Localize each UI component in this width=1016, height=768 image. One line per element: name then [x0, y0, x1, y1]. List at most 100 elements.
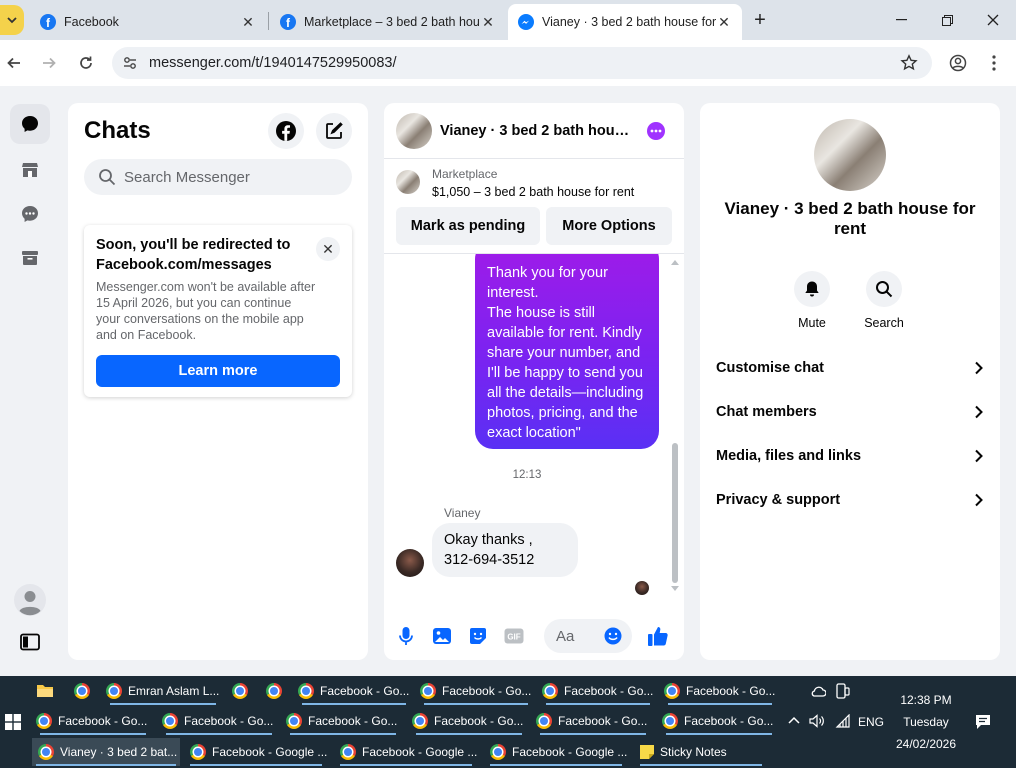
message-input[interactable]: Aa	[544, 619, 632, 653]
taskbar-window[interactable]: Facebook - Go...	[412, 707, 526, 735]
wifi-icon[interactable]	[835, 714, 851, 728]
chevron-up-icon[interactable]	[788, 716, 800, 724]
learn-more-button[interactable]: Learn more	[96, 355, 340, 387]
close-icon[interactable]: ✕	[480, 14, 496, 30]
taskbar-window-active[interactable]: Vianey · 3 bed 2 bat...	[32, 738, 180, 766]
rail-message-requests[interactable]	[10, 194, 50, 234]
profile-button[interactable]	[946, 52, 970, 74]
chat-members-row[interactable]: Chat members	[716, 390, 984, 434]
facebook-icon: f	[40, 14, 56, 30]
onedrive-icon[interactable]	[810, 684, 826, 698]
url-text: messenger.com/t/1940147529950083/	[149, 55, 397, 71]
reload-button[interactable]	[74, 52, 98, 74]
conversation-title[interactable]: Vianey · 3 bed 2 bath hou…	[440, 123, 629, 139]
scroll-up-icon[interactable]	[671, 259, 679, 265]
rail-archived[interactable]	[10, 238, 50, 278]
privacy-support-row[interactable]: Privacy & support	[716, 478, 984, 522]
sender-name: Vianey	[444, 506, 481, 520]
forward-button[interactable]	[37, 52, 61, 74]
windows-icon	[5, 714, 21, 730]
site-settings-icon[interactable]	[122, 55, 138, 71]
row-label: Customise chat	[716, 360, 824, 376]
language-indicator[interactable]: ENG	[856, 715, 886, 729]
sender-avatar[interactable]	[396, 549, 424, 577]
outgoing-message: Thank you for your interest. The house i…	[475, 254, 659, 449]
taskbar-chrome[interactable]	[74, 677, 90, 705]
search-messenger-input[interactable]: Search Messenger	[84, 159, 352, 195]
sticker-button[interactable]	[464, 613, 492, 659]
mute-action[interactable]: Mute	[782, 271, 842, 330]
listing-thumbnail[interactable]	[396, 170, 420, 194]
star-icon[interactable]	[900, 54, 918, 72]
attach-photo-button[interactable]	[428, 613, 456, 659]
minimize-button[interactable]	[878, 0, 924, 40]
taskbar-window[interactable]: Facebook - Go...	[536, 707, 650, 735]
message-scrollbar[interactable]	[670, 259, 680, 592]
tab-facebook[interactable]: f Facebook ✕	[30, 4, 266, 40]
like-button[interactable]	[644, 613, 672, 659]
scrollbar-thumb[interactable]	[672, 443, 678, 583]
bell-icon	[805, 281, 819, 297]
search-icon	[99, 169, 116, 186]
mark-as-pending-button[interactable]: Mark as pending	[396, 207, 540, 245]
back-button[interactable]	[2, 52, 26, 74]
voice-clip-button[interactable]	[392, 613, 420, 659]
taskbar-chrome[interactable]	[232, 677, 248, 705]
taskbar-window[interactable]: Facebook - Google ...	[486, 738, 627, 766]
taskbar-window[interactable]: Facebook - Go...	[298, 677, 410, 705]
emoji-icon[interactable]	[604, 627, 622, 645]
taskbar-window[interactable]: Facebook - Go...	[420, 677, 532, 705]
clock-day[interactable]: Tuesday	[896, 715, 956, 729]
listing-title[interactable]: $1,050 – 3 bed 2 bath house for rent	[432, 185, 634, 199]
rail-chats[interactable]	[10, 104, 50, 144]
restore-button[interactable]	[924, 0, 970, 40]
rail-profile[interactable]	[10, 580, 50, 620]
customise-chat-row[interactable]: Customise chat	[716, 346, 984, 390]
gif-button[interactable]: GIF	[500, 613, 528, 659]
taskbar-window[interactable]: Facebook - Go...	[162, 707, 276, 735]
info-title: Vianey · 3 bed 2 bath house for rent	[724, 199, 976, 238]
tab-marketplace[interactable]: f Marketplace – 3 bed 2 bath hou ✕	[270, 4, 506, 40]
listing-photo[interactable]	[814, 119, 886, 191]
row-label: Chat members	[716, 404, 817, 420]
taskbar-window[interactable]: Emran Aslam L...	[106, 677, 220, 705]
new-tab-button[interactable]: +	[742, 0, 778, 40]
taskbar-file-explorer[interactable]	[36, 677, 54, 705]
close-icon[interactable]: ✕	[716, 14, 732, 30]
close-notice-button[interactable]: ✕	[316, 237, 340, 261]
clock-date[interactable]: 24/02/2026	[890, 737, 962, 751]
taskbar-window[interactable]: Facebook - Google ...	[336, 738, 477, 766]
taskbar-window[interactable]: Facebook - Go...	[662, 707, 776, 735]
tab-search-button[interactable]	[0, 5, 24, 35]
close-window-button[interactable]	[970, 0, 1016, 40]
start-button[interactable]	[0, 708, 26, 736]
address-bar[interactable]: messenger.com/t/1940147529950083/	[112, 47, 932, 79]
restore-icon	[941, 14, 953, 26]
clock-time[interactable]: 12:38 PM	[896, 693, 956, 707]
phone-link-icon[interactable]	[836, 683, 850, 699]
listing-avatar[interactable]	[396, 113, 432, 149]
rail-marketplace[interactable]	[10, 150, 50, 190]
chevron-right-icon	[975, 449, 983, 463]
taskbar-chrome[interactable]	[266, 677, 282, 705]
notifications-icon[interactable]	[974, 713, 992, 731]
close-icon[interactable]: ✕	[240, 14, 256, 30]
taskbar-window[interactable]: Facebook - Go...	[36, 707, 150, 735]
taskbar-window[interactable]: Facebook - Go...	[286, 707, 400, 735]
media-files-links-row[interactable]: Media, files and links	[716, 434, 984, 478]
volume-icon[interactable]	[809, 714, 825, 728]
taskbar-window[interactable]: Facebook - Google ...	[186, 738, 327, 766]
browser-menu-button[interactable]	[982, 52, 1006, 74]
more-options-icon[interactable]	[647, 122, 665, 140]
chrome-icon	[106, 683, 122, 699]
taskbar-sticky-notes[interactable]: Sticky Notes	[636, 738, 766, 766]
tab-messenger[interactable]: Vianey · 3 bed 2 bath house for ✕	[508, 4, 742, 40]
facebook-button[interactable]	[268, 113, 304, 149]
search-action[interactable]: Search	[854, 271, 914, 330]
rail-toggle-sidebar[interactable]	[10, 622, 50, 662]
new-message-button[interactable]	[316, 113, 352, 149]
taskbar-window[interactable]: Facebook - Go...	[542, 677, 654, 705]
taskbar-window[interactable]: Facebook - Go...	[664, 677, 776, 705]
more-options-button[interactable]: More Options	[546, 207, 672, 245]
scroll-down-icon[interactable]	[671, 586, 679, 592]
